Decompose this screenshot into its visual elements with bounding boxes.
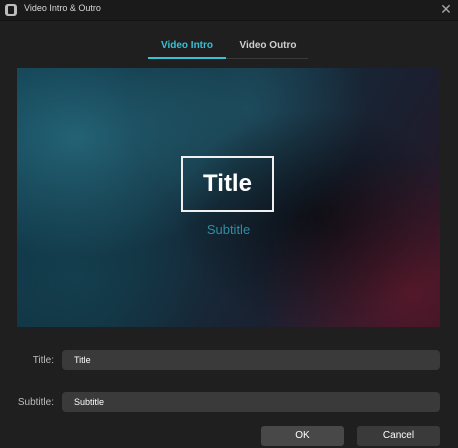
title-label: Title: xyxy=(32,355,54,366)
title-bar: Video Intro & Outro ✕ xyxy=(0,0,458,21)
ok-button[interactable]: OK xyxy=(261,426,344,446)
subtitle-label: Subtitle: xyxy=(17,397,54,408)
app-icon xyxy=(5,4,17,16)
tab-bar: Video Intro Video Outro xyxy=(148,38,308,59)
cancel-button[interactable]: Cancel xyxy=(357,426,440,446)
preview-canvas: Title Subtitle xyxy=(17,68,440,327)
subtitle-input[interactable] xyxy=(62,392,440,412)
title-input[interactable] xyxy=(62,350,440,370)
tab-video-outro[interactable]: Video Outro xyxy=(228,40,308,56)
preview-title: Title xyxy=(181,156,274,212)
close-icon[interactable]: ✕ xyxy=(438,1,454,17)
window-title: Video Intro & Outro xyxy=(24,3,101,13)
tab-video-intro[interactable]: Video Intro xyxy=(148,40,226,59)
preview-subtitle: Subtitle xyxy=(206,222,251,237)
